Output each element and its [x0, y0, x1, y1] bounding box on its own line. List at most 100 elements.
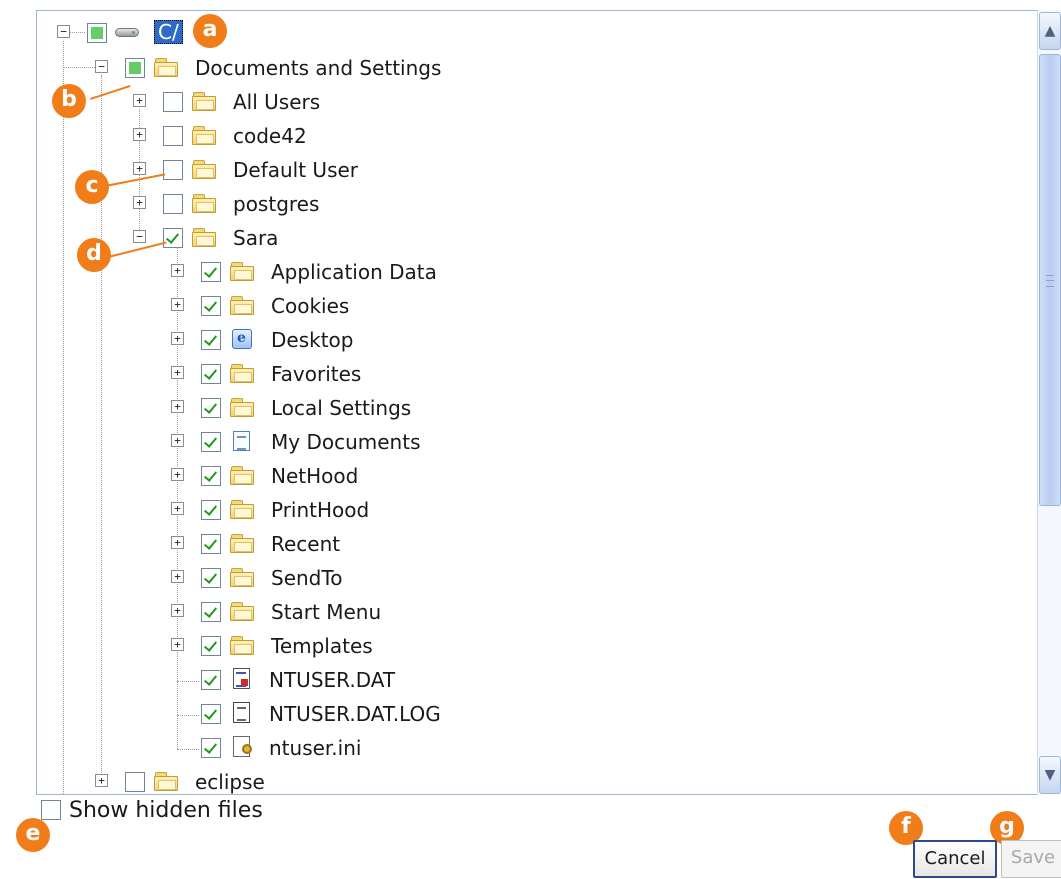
- checkbox-postgres[interactable]: [163, 194, 183, 214]
- hard-drive-icon: [115, 22, 141, 42]
- expand-toggle-icon[interactable]: +: [95, 774, 108, 787]
- collapse-toggle-icon[interactable]: −: [57, 25, 70, 38]
- cancel-button[interactable]: Cancel: [913, 840, 997, 878]
- expand-toggle-icon[interactable]: +: [171, 570, 184, 583]
- tree-label[interactable]: NTUSER.DAT.LOG: [269, 702, 441, 726]
- file-tree-panel[interactable]: − C/ − Documents and Settings + All User…: [36, 10, 1038, 795]
- expand-toggle-icon[interactable]: +: [171, 332, 184, 345]
- folder-icon: [230, 499, 256, 519]
- scroll-up-icon[interactable]: ▲: [1039, 12, 1061, 50]
- save-button[interactable]: Save: [1001, 840, 1061, 878]
- checkbox-favorites[interactable]: [201, 364, 221, 384]
- checkbox-local-settings[interactable]: [201, 398, 221, 418]
- callout-badge-b: b: [52, 84, 86, 118]
- grip-icon: [1046, 275, 1054, 287]
- folder-icon: [230, 295, 256, 315]
- tree-label[interactable]: Templates: [271, 634, 373, 658]
- tree-label[interactable]: eclipse: [195, 770, 265, 794]
- vertical-scrollbar[interactable]: ▲ ▼: [1037, 10, 1061, 795]
- folder-icon: [192, 193, 218, 213]
- checkbox-ntuser-dat-log[interactable]: [201, 704, 221, 724]
- callout-badge-d: d: [77, 238, 111, 272]
- tree-label[interactable]: Recent: [271, 532, 340, 556]
- expand-toggle-icon[interactable]: +: [171, 638, 184, 651]
- folder-icon: [230, 363, 256, 383]
- checkbox-start-menu[interactable]: [201, 602, 221, 622]
- folder-icon: [154, 771, 180, 791]
- tree-label[interactable]: NetHood: [271, 464, 358, 488]
- tree-label[interactable]: My Documents: [271, 430, 420, 454]
- tree-label[interactable]: SendTo: [271, 566, 342, 590]
- checkbox-sara[interactable]: [163, 228, 183, 248]
- expand-toggle-icon[interactable]: +: [171, 298, 184, 311]
- checkbox-cookies[interactable]: [201, 296, 221, 316]
- checkbox-desktop[interactable]: [201, 330, 221, 350]
- tree-label[interactable]: code42: [233, 124, 307, 148]
- expand-toggle-icon[interactable]: +: [171, 264, 184, 277]
- folder-icon: [230, 533, 256, 553]
- checkbox-sendto[interactable]: [201, 568, 221, 588]
- tree-line: [177, 245, 178, 749]
- checkbox-root[interactable]: [87, 23, 107, 43]
- expand-toggle-icon[interactable]: +: [171, 366, 184, 379]
- tree-line: [177, 681, 199, 682]
- my-documents-icon: [230, 431, 256, 451]
- callout-badge-a: a: [193, 14, 227, 48]
- tree-label[interactable]: Cookies: [271, 294, 349, 318]
- tree-line: [177, 749, 199, 750]
- expand-toggle-icon[interactable]: +: [171, 502, 184, 515]
- folder-icon: [230, 601, 256, 621]
- tree-label[interactable]: postgres: [233, 192, 319, 216]
- tree-label[interactable]: NTUSER.DAT: [269, 668, 395, 692]
- checkbox-code42[interactable]: [163, 126, 183, 146]
- checkbox-all-users[interactable]: [163, 92, 183, 112]
- tree-label[interactable]: ntuser.ini: [269, 736, 361, 760]
- scroll-thumb[interactable]: [1039, 54, 1061, 506]
- checkbox-default-user[interactable]: [163, 160, 183, 180]
- collapse-toggle-icon[interactable]: −: [133, 230, 146, 243]
- checkbox-printhood[interactable]: [201, 500, 221, 520]
- expand-toggle-icon[interactable]: +: [133, 162, 146, 175]
- settings-file-icon: [230, 736, 256, 757]
- tree-label[interactable]: All Users: [233, 90, 320, 114]
- checkbox-nethood[interactable]: [201, 466, 221, 486]
- tree-label[interactable]: Local Settings: [271, 396, 411, 420]
- tree-label[interactable]: Desktop: [271, 328, 353, 352]
- tree-label[interactable]: Default User: [233, 158, 358, 182]
- folder-icon: [230, 261, 256, 281]
- checkbox-my-documents[interactable]: [201, 432, 221, 452]
- tree-label[interactable]: Sara: [233, 226, 278, 250]
- expand-toggle-icon[interactable]: +: [171, 468, 184, 481]
- folder-icon: [192, 125, 218, 145]
- data-file-icon: [230, 668, 256, 689]
- scroll-down-icon[interactable]: ▼: [1039, 756, 1061, 794]
- checkbox-ntuser-ini[interactable]: [201, 738, 221, 758]
- tree-label[interactable]: Start Menu: [271, 600, 381, 624]
- expand-toggle-icon[interactable]: +: [171, 400, 184, 413]
- tree-label-root[interactable]: C/: [154, 20, 183, 44]
- checkbox-ntuser-dat[interactable]: [201, 670, 221, 690]
- checkbox-application-data[interactable]: [201, 262, 221, 282]
- expand-toggle-icon[interactable]: +: [171, 536, 184, 549]
- folder-icon: [192, 159, 218, 179]
- checkbox-documents-and-settings[interactable]: [125, 58, 145, 78]
- collapse-toggle-icon[interactable]: −: [95, 60, 108, 73]
- expand-toggle-icon[interactable]: +: [133, 196, 146, 209]
- expand-toggle-icon[interactable]: +: [171, 604, 184, 617]
- checkbox-recent[interactable]: [201, 534, 221, 554]
- checkbox-templates[interactable]: [201, 636, 221, 656]
- tree-label[interactable]: PrintHood: [271, 498, 369, 522]
- tree-label[interactable]: Application Data: [271, 260, 437, 284]
- checkbox-eclipse[interactable]: [125, 772, 145, 792]
- folder-icon: [230, 397, 256, 417]
- show-hidden-files-label[interactable]: Show hidden files: [69, 798, 263, 824]
- tree-line: [63, 67, 95, 68]
- expand-toggle-icon[interactable]: +: [133, 94, 146, 107]
- tree-label[interactable]: Favorites: [271, 362, 361, 386]
- expand-toggle-icon[interactable]: +: [133, 128, 146, 141]
- callout-badge-c: c: [75, 170, 109, 204]
- expand-toggle-icon[interactable]: +: [171, 434, 184, 447]
- tree-label[interactable]: Documents and Settings: [195, 56, 441, 80]
- folder-icon: [192, 227, 218, 247]
- show-hidden-files-checkbox[interactable]: [41, 800, 61, 820]
